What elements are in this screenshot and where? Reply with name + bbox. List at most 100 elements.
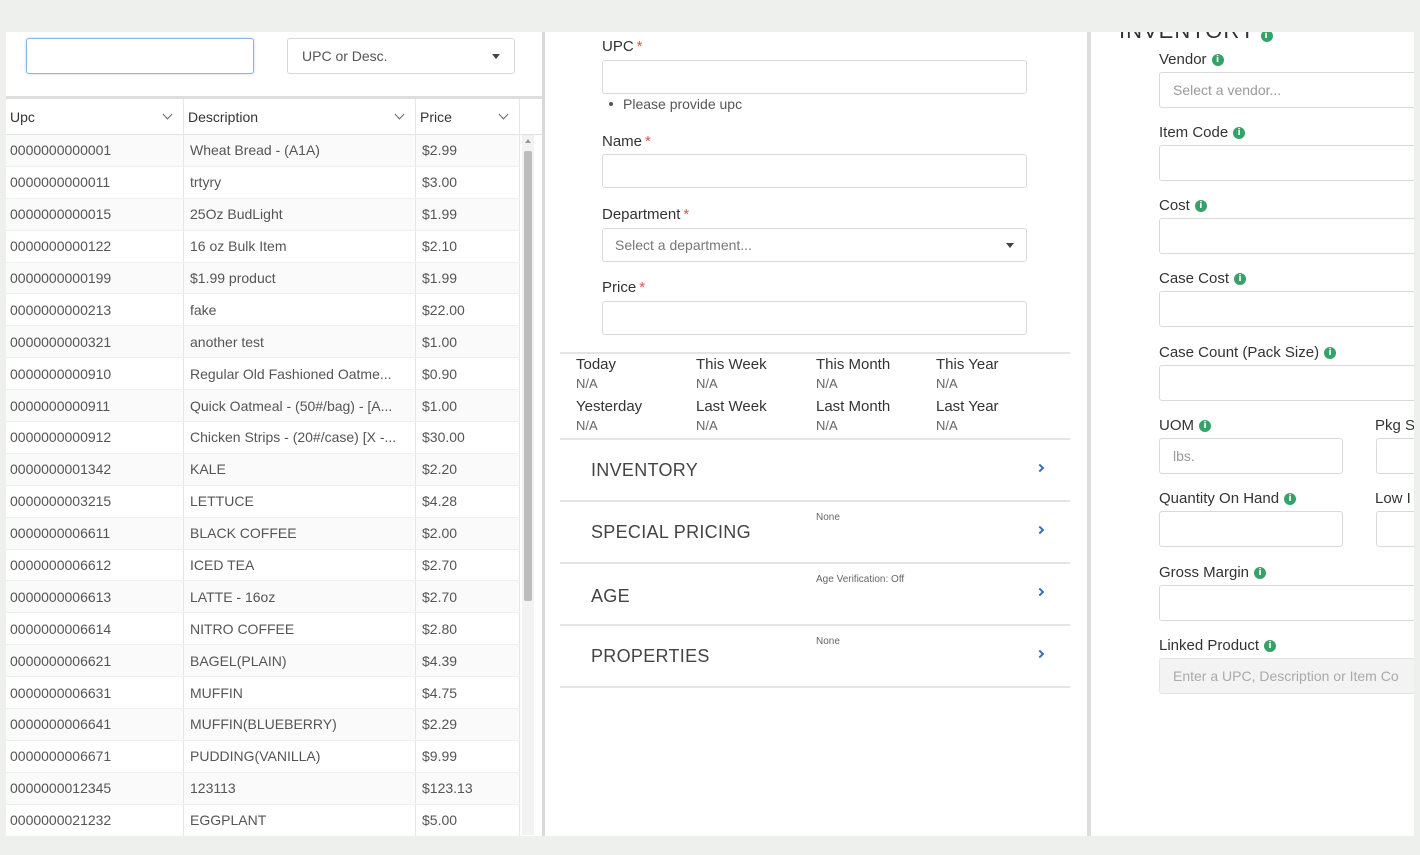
table-row[interactable]: 0000000000199 $1.99 product $1.99 <box>6 262 520 295</box>
table-row[interactable]: 0000000000015 25Oz BudLight $1.99 <box>6 198 520 231</box>
table-row[interactable]: 0000000006614 NITRO COFFEE $2.80 <box>6 613 520 646</box>
chevron-right-icon[interactable] <box>1035 463 1045 473</box>
low-inventory-label: Low I <box>1375 490 1411 507</box>
cell-description: EGGPLANT <box>184 804 416 836</box>
info-icon[interactable]: i <box>1260 32 1273 42</box>
table-row[interactable]: 0000000000321 another test $1.00 <box>6 326 520 359</box>
cell-upc: 0000000000213 <box>6 294 184 326</box>
cell-price: $2.70 <box>416 549 520 581</box>
product-list-panel: UPC or Desc. Upc Description Price 00000… <box>6 32 542 836</box>
column-header-upc[interactable]: Upc <box>6 99 184 134</box>
table-row[interactable]: 0000000021232 EGGPLANT $5.00 <box>6 804 520 836</box>
name-field[interactable] <box>602 154 1027 188</box>
info-icon[interactable]: i <box>1284 492 1297 505</box>
pkg-size-field[interactable] <box>1376 438 1414 474</box>
cell-upc: 0000000021232 <box>6 804 184 836</box>
search-input[interactable] <box>26 38 254 74</box>
chevron-down-icon[interactable] <box>498 109 509 120</box>
section-special-pricing[interactable]: SPECIAL PRICING None <box>560 502 1070 564</box>
chevron-down-icon[interactable] <box>394 109 405 120</box>
table-row[interactable]: 0000000006611 BLACK COFFEE $2.00 <box>6 517 520 550</box>
price-field[interactable] <box>602 301 1027 335</box>
table-row[interactable]: 0000000006621 BAGEL(PLAIN) $4.39 <box>6 645 520 678</box>
table-row[interactable]: 0000000000213 fake $22.00 <box>6 294 520 327</box>
table-row[interactable]: 0000000000001 Wheat Bread - (A1A) $2.99 <box>6 135 520 167</box>
item-code-field[interactable] <box>1159 145 1414 181</box>
case-count-field[interactable] <box>1159 365 1414 401</box>
info-icon[interactable]: i <box>1254 566 1267 579</box>
table-row[interactable]: 0000000000911 Quick Oatmeal - (50#/bag) -… <box>6 390 520 423</box>
cell-upc: 0000000006671 <box>6 740 184 772</box>
cell-upc: 0000000000910 <box>6 358 184 390</box>
info-icon[interactable]: i <box>1234 272 1247 285</box>
column-header-price[interactable]: Price <box>416 99 520 134</box>
table-row[interactable]: 0000000006612 ICED TEA $2.70 <box>6 549 520 582</box>
table-row[interactable]: 0000000006613 LATTE - 16oz $2.70 <box>6 581 520 614</box>
scroll-up-arrow-icon[interactable] <box>525 139 531 143</box>
quantity-on-hand-field[interactable] <box>1159 511 1343 547</box>
chevron-right-icon[interactable] <box>1035 587 1045 597</box>
scroll-thumb[interactable] <box>524 151 532 601</box>
cell-price: $30.00 <box>416 422 520 453</box>
table-row[interactable]: 0000000006641 MUFFIN(BLUEBERRY) $2.29 <box>6 709 520 741</box>
cell-upc: 0000000006612 <box>6 549 184 581</box>
table-row[interactable]: 0000000000011 trtyry $3.00 <box>6 166 520 199</box>
cell-description: MUFFIN(BLUEBERRY) <box>184 709 416 740</box>
chevron-right-icon[interactable] <box>1035 525 1045 535</box>
gross-margin-field[interactable] <box>1159 585 1414 621</box>
table-scrollbar[interactable] <box>522 135 534 835</box>
info-icon[interactable]: i <box>1211 53 1224 66</box>
info-icon[interactable]: i <box>1324 346 1337 359</box>
inventory-heading: INVENTORYi <box>1119 32 1273 44</box>
section-title: PROPERTIES <box>591 646 710 666</box>
search-filter-select[interactable]: UPC or Desc. <box>287 38 515 74</box>
table-row[interactable]: 0000000012345 123113 $123.13 <box>6 772 520 805</box>
upc-field[interactable] <box>602 60 1027 94</box>
cell-upc: 0000000000015 <box>6 198 184 230</box>
cost-field[interactable] <box>1159 218 1414 254</box>
chevron-right-icon[interactable] <box>1035 649 1045 659</box>
column-header-description[interactable]: Description <box>184 99 416 134</box>
cell-description: MUFFIN <box>184 677 416 709</box>
cell-upc: 0000000006631 <box>6 677 184 709</box>
vendor-select[interactable]: Select a vendor... <box>1159 72 1414 108</box>
table-row[interactable]: 0000000000122 16 oz Bulk Item $2.10 <box>6 230 520 263</box>
cell-price: $0.90 <box>416 358 520 390</box>
name-label: Name * <box>602 133 651 150</box>
column-header-label: Price <box>420 108 452 125</box>
section-age[interactable]: AGE Age Verification: Off <box>560 564 1070 626</box>
cell-price: $2.70 <box>416 581 520 613</box>
info-icon[interactable]: i <box>1194 199 1207 212</box>
info-icon[interactable]: i <box>1233 126 1246 139</box>
chevron-down-icon[interactable] <box>162 109 173 120</box>
table-row[interactable]: 0000000001342 KALE $2.20 <box>6 453 520 486</box>
case-cost-field[interactable] <box>1159 291 1414 327</box>
section-properties[interactable]: PROPERTIES None <box>560 626 1070 688</box>
cell-price: $4.39 <box>416 645 520 677</box>
cell-upc: 0000000000912 <box>6 422 184 453</box>
department-select[interactable]: Select a department... <box>602 228 1027 262</box>
cell-price: $2.29 <box>416 709 520 740</box>
info-icon[interactable]: i <box>1264 639 1277 652</box>
linked-product-field[interactable]: Enter a UPC, Description or Item Co <box>1159 658 1414 694</box>
table-row[interactable]: 0000000003215 LETTUCE $4.28 <box>6 485 520 518</box>
quantity-on-hand-label: Quantity On Hand i <box>1159 490 1297 507</box>
section-inventory[interactable]: INVENTORY <box>560 440 1070 502</box>
required-mark: * <box>639 279 646 296</box>
cell-price: $4.28 <box>416 485 520 517</box>
cell-description: trtyry <box>184 166 416 198</box>
cell-price: $1.00 <box>416 390 520 422</box>
low-inventory-field[interactable] <box>1376 511 1414 547</box>
uom-field[interactable]: lbs. <box>1159 438 1343 474</box>
cell-price: $2.10 <box>416 230 520 262</box>
table-row[interactable]: 0000000006671 PUDDING(VANILLA) $9.99 <box>6 740 520 773</box>
info-icon[interactable]: i <box>1199 419 1211 432</box>
section-summary: Age Verification: Off <box>816 574 905 585</box>
cell-upc: 0000000006614 <box>6 613 184 645</box>
cell-description: NITRO COFFEE <box>184 613 416 645</box>
cell-upc: 0000000000011 <box>6 166 184 198</box>
table-row[interactable]: 0000000000912 Chicken Strips - (20#/case)… <box>6 422 520 454</box>
cell-upc: 0000000000321 <box>6 326 184 358</box>
table-row[interactable]: 0000000006631 MUFFIN $4.75 <box>6 677 520 710</box>
table-row[interactable]: 0000000000910 Regular Old Fashioned Oatme… <box>6 358 520 391</box>
